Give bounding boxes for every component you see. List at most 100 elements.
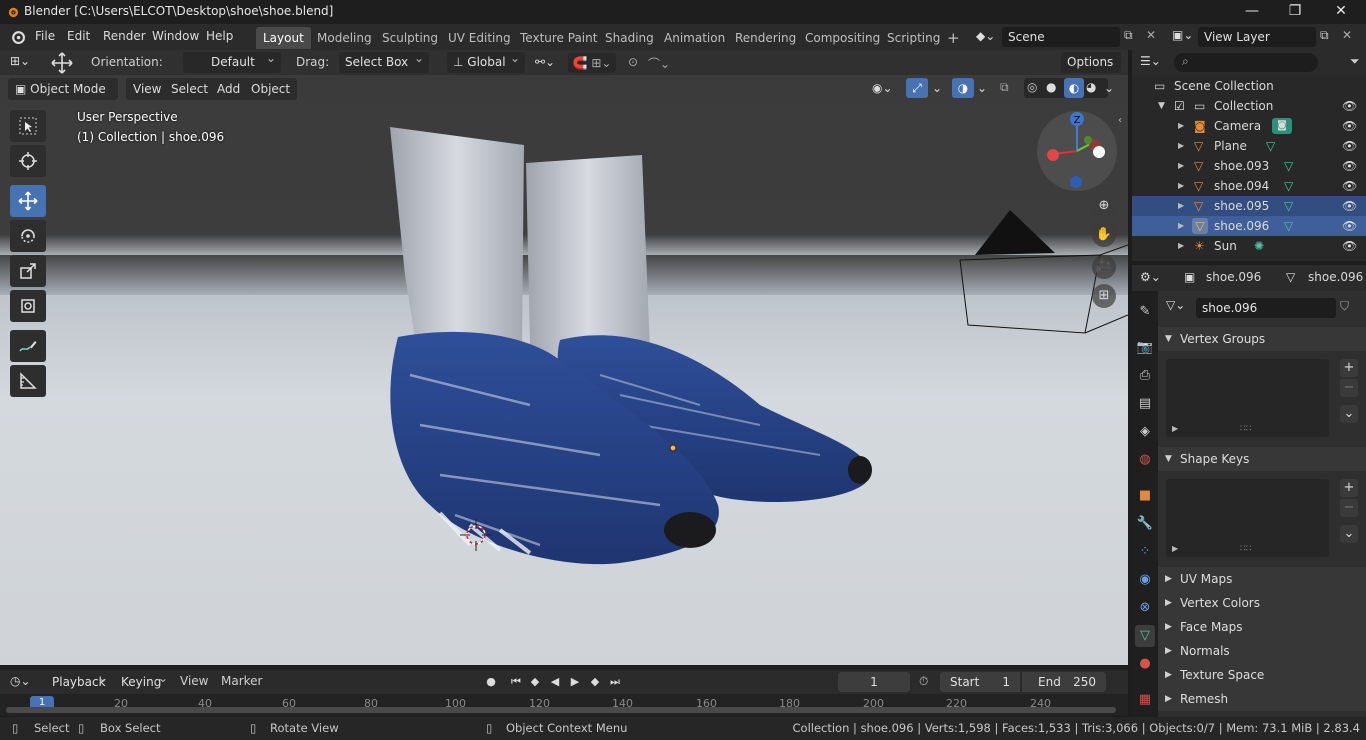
prev-keyframe-icon[interactable]: ◆ xyxy=(526,673,544,691)
checkbox-icon[interactable]: ☑ xyxy=(1174,96,1185,116)
remove-view-layer-icon[interactable]: ✕ xyxy=(1342,28,1352,42)
proportional-edit-icon[interactable]: ⊙ xyxy=(628,55,638,69)
panel-face-maps[interactable]: ▶ Face Maps xyxy=(1158,615,1366,639)
particles-tab-icon[interactable]: ⁘ xyxy=(1135,541,1155,563)
minimize-button[interactable]: — xyxy=(1229,0,1275,24)
3d-viewport[interactable]: ▣ Object Mode View Select Add Object ◉⌄ … xyxy=(0,75,1128,665)
vertex-group-specials-icon[interactable]: ⌄ xyxy=(1340,405,1358,423)
add-vertex-group-button[interactable]: + xyxy=(1340,359,1358,377)
scene-icon[interactable]: ◆⌄ xyxy=(976,29,995,43)
view-layer-tab-icon[interactable]: ▤ xyxy=(1135,393,1155,415)
blender-menu-icon[interactable] xyxy=(10,29,25,44)
tab-compositing[interactable]: Compositing xyxy=(798,27,887,49)
start-frame-field[interactable]: Start 1 xyxy=(940,672,1020,692)
remove-vertex-group-button[interactable]: − xyxy=(1340,379,1358,397)
expand-arrow-icon[interactable]: ▶ xyxy=(1178,116,1184,136)
stopwatch-icon[interactable]: ⏱ xyxy=(919,674,928,689)
tab-shading[interactable]: Shading xyxy=(598,27,661,49)
list-filter-arrow-icon[interactable]: ▶ xyxy=(1172,544,1178,553)
close-window-button[interactable]: ✕ xyxy=(1318,0,1364,24)
outliner-item-shoe-096[interactable]: ▶ ▽ shoe.096 ▽ 👁 xyxy=(1132,216,1366,236)
menu-file[interactable]: File xyxy=(35,29,55,43)
new-scene-icon[interactable]: ⧉ xyxy=(1124,28,1133,43)
eye-icon[interactable]: 👁 xyxy=(1342,116,1357,136)
eye-icon[interactable]: 👁 xyxy=(1342,136,1357,156)
outliner-collection[interactable]: ▼ ☑ ▭ Collection 👁 xyxy=(1132,96,1366,116)
expand-arrow-icon[interactable]: ▶ xyxy=(1178,176,1184,196)
mesh-data-icon[interactable]: ▽ xyxy=(1284,196,1293,216)
options-dropdown[interactable]: Options ⌄ xyxy=(1061,52,1121,90)
panel-shape-keys[interactable]: ▼ Shape Keys xyxy=(1158,447,1366,471)
eye-icon[interactable]: 👁 xyxy=(1342,176,1357,196)
ortho-grid-icon[interactable]: ⊞ xyxy=(1092,284,1116,308)
transform-orientation-dropdown[interactable]: ⊥ Global xyxy=(447,48,525,73)
mesh-data-icon[interactable]: ▽ xyxy=(1266,136,1275,156)
tab-sculpting[interactable]: Sculpting xyxy=(375,27,445,49)
pivot-point-icon[interactable]: ⚯⌄ xyxy=(535,55,555,69)
mesh-name-field[interactable]: shoe.096 xyxy=(1196,298,1336,318)
scene-name-field[interactable]: Scene xyxy=(1002,27,1120,47)
falloff-icon[interactable]: ⌒⌄ xyxy=(648,55,670,72)
add-workspace-button[interactable]: + xyxy=(940,27,967,49)
play-icon[interactable]: ▶ xyxy=(566,673,584,691)
mesh-browse-icon[interactable]: ▽⌄ xyxy=(1166,298,1185,312)
editor-type-icon[interactable]: ⊞⌄ xyxy=(10,54,30,68)
mesh-data-icon[interactable]: ▽ xyxy=(1284,176,1293,196)
remove-shape-key-button[interactable]: − xyxy=(1340,499,1358,517)
record-icon[interactable]: ● xyxy=(482,673,500,691)
list-resize-handle-icon[interactable]: ∷∷ xyxy=(1240,424,1251,434)
eye-icon[interactable]: 👁 xyxy=(1342,96,1357,116)
outliner-item-shoe-095[interactable]: ▶ ▽ shoe.095 ▽ 👁 xyxy=(1132,196,1366,216)
tab-modeling[interactable]: Modeling xyxy=(310,27,379,49)
outliner-scene-collection[interactable]: ▭ Scene Collection xyxy=(1132,76,1366,96)
list-filter-arrow-icon[interactable]: ▶ xyxy=(1172,424,1178,433)
jump-end-icon[interactable]: ⏭ xyxy=(606,673,624,691)
sidebar-toggle-icon[interactable]: ‹ xyxy=(1118,115,1122,126)
remove-scene-icon[interactable]: ✕ xyxy=(1146,28,1156,42)
expand-arrow-icon[interactable]: ▼ xyxy=(1158,96,1165,116)
world-tab-icon[interactable]: ◍ xyxy=(1135,449,1155,471)
navigation-gizmo[interactable]: Z xyxy=(1036,110,1118,192)
panel-remesh[interactable]: ▶ Remesh xyxy=(1158,687,1366,711)
outliner-editor-icon[interactable]: ☰⌄ xyxy=(1140,54,1161,68)
shape-keys-list[interactable]: ▶ ∷∷ xyxy=(1166,479,1329,557)
play-reverse-icon[interactable]: ◀ xyxy=(546,673,564,691)
orientation-dropdown[interactable]: Default xyxy=(183,48,281,73)
eye-icon[interactable]: 👁 xyxy=(1342,216,1357,236)
texture-tab-icon[interactable]: ▦ xyxy=(1135,689,1155,711)
panel-normals[interactable]: ▶ Normals xyxy=(1158,639,1366,663)
outliner-item-plane[interactable]: ▶ ▽ Plane ▽ 👁 xyxy=(1132,136,1366,156)
tab-rendering[interactable]: Rendering xyxy=(728,27,803,49)
mesh-data-icon[interactable]: ▽ xyxy=(1284,216,1293,236)
outliner-item-camera[interactable]: ▶ ◙ Camera ◙ 👁 xyxy=(1132,116,1366,136)
object-tab-icon[interactable]: ■ xyxy=(1135,485,1155,507)
menu-window[interactable]: Window xyxy=(152,29,199,43)
outliner-item-shoe-094[interactable]: ▶ ▽ shoe.094 ▽ 👁 xyxy=(1132,176,1366,196)
expand-arrow-icon[interactable]: ▶ xyxy=(1178,136,1184,156)
menu-edit[interactable]: Edit xyxy=(67,29,90,43)
shape-key-specials-icon[interactable]: ⌄ xyxy=(1340,525,1358,543)
view-layer-field[interactable]: View Layer xyxy=(1198,27,1316,47)
material-tab-icon[interactable]: ● xyxy=(1135,653,1155,675)
scene-tab-icon[interactable]: ◈ xyxy=(1135,421,1155,443)
panel-vertex-colors[interactable]: ▶ Vertex Colors xyxy=(1158,591,1366,615)
expand-arrow-icon[interactable]: ▶ xyxy=(1178,156,1184,176)
list-resize-handle-icon[interactable]: ∷∷ xyxy=(1240,544,1251,554)
menu-help[interactable]: Help xyxy=(206,29,233,43)
camera-view-icon[interactable]: 🎥 xyxy=(1092,255,1116,279)
move-tool-icon[interactable] xyxy=(50,52,74,74)
vertex-groups-list[interactable]: ▶ ∷∷ xyxy=(1166,359,1329,437)
tab-scripting[interactable]: Scripting xyxy=(880,27,947,49)
render-tab-icon[interactable]: 📷 xyxy=(1135,337,1155,359)
playback-menu[interactable]: Playback xyxy=(46,668,113,693)
tab-layout[interactable]: Layout xyxy=(256,27,311,49)
panel-uv-maps[interactable]: ▶ UV Maps xyxy=(1158,567,1366,591)
pan-hand-icon[interactable]: ✋ xyxy=(1092,223,1116,247)
view-layer-icon[interactable]: ▣⌄ xyxy=(1172,28,1193,42)
panel-vertex-groups[interactable]: ▼ Vertex Groups xyxy=(1158,327,1366,351)
eye-icon[interactable]: 👁 xyxy=(1342,156,1357,176)
physics-tab-icon[interactable]: ◉ xyxy=(1135,569,1155,591)
fake-user-shield-icon[interactable]: ⛉ xyxy=(1340,299,1349,314)
tab-texture-paint[interactable]: Texture Paint xyxy=(513,27,604,49)
panel-texture-space[interactable]: ▶ Texture Space xyxy=(1158,663,1366,687)
